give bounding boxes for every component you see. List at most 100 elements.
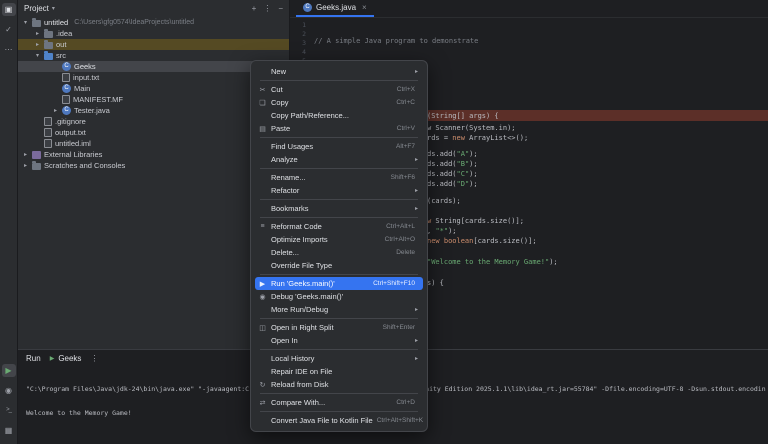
editor-tab-bar: Geeks.java × [290, 0, 768, 18]
tree-item-geeks[interactable]: Geeks [18, 61, 289, 72]
menu-item-rename[interactable]: Rename... Shift+F6 [255, 171, 423, 184]
run-panel-title[interactable]: Run [26, 354, 41, 363]
tree-item-label: Geeks [74, 62, 96, 71]
code-fragment: ds.add("D"); [427, 180, 478, 188]
chevron-right-icon[interactable]: ▸ [22, 162, 29, 169]
menu-item-analyze[interactable]: Analyze ▸ [255, 153, 423, 166]
menu-item-delete[interactable]: Delete... Delete [255, 246, 423, 259]
menu-separator [260, 411, 418, 412]
tree-item-gitignore[interactable]: .gitignore [18, 116, 289, 127]
more-tools-icon[interactable]: ⋯ [2, 43, 16, 56]
menu-item-paste[interactable]: ▤ Paste Ctrl+V [255, 122, 423, 135]
debug-icon[interactable]: ◉ [2, 384, 16, 397]
line-number: 1 [302, 21, 306, 29]
menu-item-convert-to-kotlin[interactable]: Convert Java File to Kotlin File Ctrl+Alt… [255, 414, 423, 427]
hide-panel-icon[interactable]: − [278, 4, 283, 13]
commit-icon[interactable]: ✓ [2, 23, 16, 36]
submenu-arrow-icon: ▸ [414, 188, 418, 194]
menu-item-compare-with[interactable]: ⇄ Compare With... Ctrl+D [255, 396, 423, 409]
menu-item-open-in[interactable]: Open In ▸ [255, 334, 423, 347]
chevron-right-icon[interactable]: ▸ [34, 41, 41, 48]
submenu-arrow-icon: ▸ [414, 69, 418, 75]
tree-item-external-libraries[interactable]: ▸ External Libraries [18, 149, 289, 160]
folder-icon [44, 39, 53, 49]
tree-item-tester-java[interactable]: ▸ Tester.java [18, 105, 289, 116]
tree-item-idea[interactable]: ▸ .idea [18, 28, 289, 39]
menu-item-copy-path[interactable]: Copy Path/Reference... [255, 109, 423, 122]
code-fragment: w Scanner(System.in); [427, 124, 516, 132]
file-icon [44, 117, 52, 126]
menu-item-cut[interactable]: ✂ Cut Ctrl+X [255, 83, 423, 96]
tree-item-output-txt[interactable]: output.txt [18, 127, 289, 138]
menu-item-local-history[interactable]: Local History ▸ [255, 352, 423, 365]
run-status-icon: ▶ [49, 355, 55, 362]
tree-item-label: MANIFEST.MF [73, 95, 123, 104]
tree-item-scratches[interactable]: ▸ Scratches and Consoles [18, 160, 289, 171]
services-icon[interactable]: ▦ [2, 424, 16, 437]
terminal-icon[interactable]: >_ [2, 404, 16, 417]
tree-item-out[interactable]: ▸ out [18, 39, 289, 50]
folder-icon [32, 17, 41, 27]
paste-icon: ▤ [259, 125, 266, 133]
tab-label: Geeks.java [316, 3, 357, 12]
cut-icon: ✂ [259, 86, 266, 94]
code-fragment: ds.add("A"); [427, 150, 478, 158]
menu-item-debug-geeks-main[interactable]: ◉ Debug 'Geeks.main()' [255, 290, 423, 303]
stripe-bottom-group: ▶ ◉ >_ ▦ [1, 364, 16, 441]
chevron-right-icon[interactable]: ▸ [34, 30, 41, 37]
submenu-arrow-icon: ▸ [414, 356, 418, 362]
menu-item-reformat-code[interactable]: ≡ Reformat Code Ctrl+Alt+L [255, 220, 423, 233]
copy-icon: ❏ [259, 99, 266, 107]
chevron-down-icon[interactable]: ▾ [52, 5, 55, 12]
tree-item-untitled-root[interactable]: ▾ untitled C:\Users\gfg0574\IdeaProjects… [18, 17, 289, 28]
tree-item-label: output.txt [55, 128, 86, 137]
menu-item-bookmarks[interactable]: Bookmarks ▸ [255, 202, 423, 215]
code-fragment: (cards); [427, 197, 461, 205]
tab-geeks-java[interactable]: Geeks.java × [296, 0, 374, 17]
reload-icon: ↻ [259, 381, 266, 389]
tree-item-label: src [56, 51, 66, 60]
menu-item-more-run-debug[interactable]: More Run/Debug ▸ [255, 303, 423, 316]
code-fragment: ds.add("C"); [427, 170, 478, 178]
menu-item-copy[interactable]: ❏ Copy Ctrl+C [255, 96, 423, 109]
tree-item-manifest[interactable]: MANIFEST.MF [18, 94, 289, 105]
run-icon[interactable]: ▶ [1, 364, 16, 377]
tree-item-label: untitled [44, 18, 69, 27]
project-panel-title[interactable]: Project [24, 4, 49, 13]
close-icon[interactable]: × [362, 3, 367, 12]
menu-item-repair-ide[interactable]: Repair IDE on File [255, 365, 423, 378]
chevron-down-icon[interactable]: ▾ [22, 19, 29, 26]
menu-item-open-in-right-split[interactable]: ◫ Open in Right Split Shift+Enter [255, 321, 423, 334]
menu-item-override-file-type[interactable]: Override File Type [255, 259, 423, 272]
submenu-arrow-icon: ▸ [414, 157, 418, 163]
menu-separator [260, 137, 418, 138]
chevron-right-icon[interactable]: ▸ [52, 107, 59, 114]
run-icon: ▶ [259, 280, 266, 288]
project-panel-header: Project ▾ + ⋮ − [18, 0, 289, 17]
run-tab-geeks[interactable]: ▶ Geeks [50, 354, 82, 363]
menu-separator [260, 217, 418, 218]
tree-item-untitled-iml[interactable]: untitled.iml [18, 138, 289, 149]
menu-item-refactor[interactable]: Refactor ▸ [255, 184, 423, 197]
plus-icon[interactable]: + [252, 4, 257, 13]
menu-item-run-geeks-main[interactable]: ▶ Run 'Geeks.main()' Ctrl+Shift+F10 [255, 277, 423, 290]
tree-item-input-txt[interactable]: input.txt [18, 72, 289, 83]
chevron-down-icon[interactable]: ▾ [34, 52, 41, 59]
submenu-arrow-icon: ▸ [414, 206, 418, 212]
tree-item-src[interactable]: ▾ src [18, 50, 289, 61]
menu-separator [260, 349, 418, 350]
kebab-menu-icon[interactable]: ⋮ [263, 4, 271, 13]
menu-item-new[interactable]: New ▸ [255, 65, 423, 78]
run-tab-label: Geeks [58, 353, 82, 363]
chevron-right-icon[interactable]: ▸ [22, 151, 29, 158]
code-line: // A simple Java program to demonstrate [314, 37, 479, 45]
class-icon [62, 106, 71, 115]
tree-item-main[interactable]: Main [18, 83, 289, 94]
code-fragment: "Welcome to the Memory Game!"); [427, 258, 558, 266]
menu-item-optimize-imports[interactable]: Optimize Imports Ctrl+Alt+O [255, 233, 423, 246]
project-icon[interactable]: ▣ [1, 3, 16, 16]
kebab-menu-icon[interactable]: ⋮ [90, 354, 98, 363]
menu-item-find-usages[interactable]: Find Usages Alt+F7 [255, 140, 423, 153]
tree-item-label: .gitignore [55, 117, 86, 126]
menu-item-reload-from-disk[interactable]: ↻ Reload from Disk [255, 378, 423, 391]
